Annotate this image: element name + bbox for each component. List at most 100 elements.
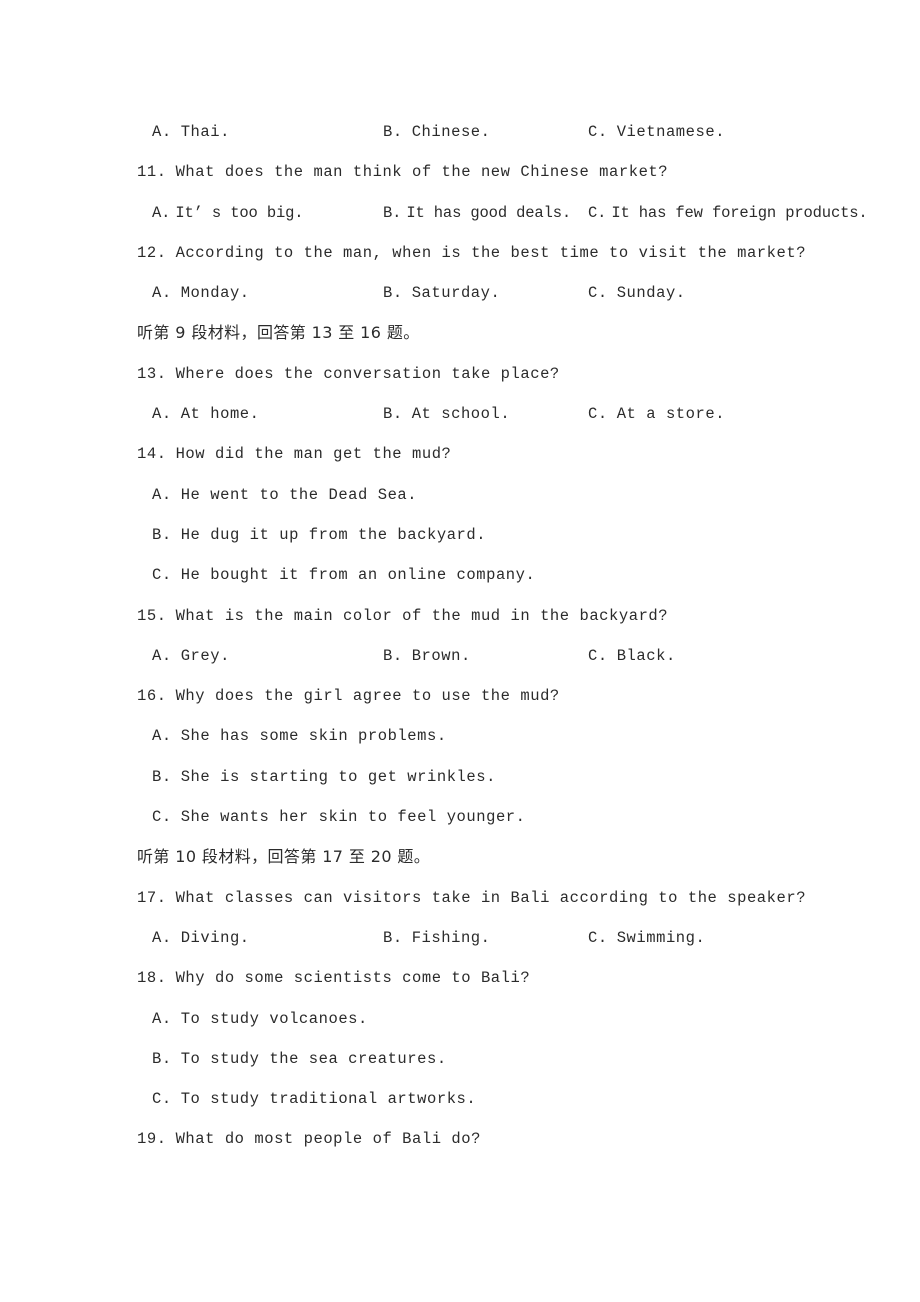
question-number: 11.	[137, 163, 167, 182]
option-letter: A.	[152, 646, 172, 665]
option-text: At school.	[411, 405, 511, 424]
option-letter: C.	[152, 1090, 172, 1109]
question-text: How did the man get the mud?	[175, 445, 452, 464]
option-text: He went to the Dead Sea.	[180, 485, 418, 504]
option-b[interactable]: B. Saturday.	[383, 273, 500, 313]
option-b[interactable]: B. At school.	[383, 394, 510, 434]
option-letter: C.	[588, 646, 608, 665]
option-letter: A.	[152, 203, 171, 222]
section-header: 听第 9 段材料，回答第 13 至 16 题。	[137, 313, 882, 353]
option-text: To study volcanoes.	[180, 1009, 368, 1028]
section-header: 听第 10 段材料，回答第 17 至 20 题。	[137, 837, 882, 877]
question-line: 13. Where does the conversation take plac…	[137, 354, 882, 394]
option-letter: B.	[152, 767, 172, 786]
option-a[interactable]: A. He went to the Dead Sea.	[137, 475, 882, 515]
question-text: What is the main color of the mud in the…	[175, 606, 669, 625]
option-a[interactable]: A. Thai.	[152, 112, 230, 152]
option-letter: A.	[152, 284, 172, 303]
option-letter: A.	[152, 485, 172, 504]
question-number: 14.	[137, 445, 167, 464]
option-a[interactable]: A. Grey.	[152, 636, 230, 676]
section-header-text: 听第 9 段材料，回答第 13 至 16 题。	[137, 323, 420, 343]
answer-options-row: A. Thai. B. Chinese. C. Vietnamese.	[137, 112, 882, 152]
option-text: He bought it from an online company.	[180, 566, 536, 585]
option-text: Fishing.	[411, 928, 491, 947]
option-letter: B.	[383, 203, 402, 222]
option-letter: A.	[152, 405, 172, 424]
question-text: Why does the girl agree to use the mud?	[175, 687, 560, 706]
option-c[interactable]: C. At a store.	[588, 394, 725, 434]
option-b[interactable]: B. It has good deals.	[383, 193, 571, 233]
option-b[interactable]: B. She is starting to get wrinkles.	[137, 757, 882, 797]
question-number: 17.	[137, 888, 167, 907]
option-letter: B.	[152, 1049, 172, 1068]
option-text: Vietnamese.	[616, 123, 726, 141]
question-text: What classes can visitors take in Bali a…	[175, 888, 807, 907]
question-line: 17. What classes can visitors take in Bal…	[137, 878, 882, 918]
answer-options-row: A. Grey. B. Brown. C. Black.	[137, 636, 882, 676]
option-text: She has some skin problems.	[180, 727, 447, 746]
option-text: Sunday.	[616, 284, 686, 303]
option-b[interactable]: B. Brown.	[383, 636, 471, 676]
option-c[interactable]: C. Black.	[588, 636, 676, 676]
option-letter: B.	[383, 646, 403, 665]
option-letter: C.	[588, 405, 608, 424]
option-text: At home.	[180, 405, 260, 424]
option-letter: C.	[588, 928, 608, 947]
question-text: Why do some scientists come to Bali?	[175, 969, 531, 988]
answer-options-row: A. Monday. B. Saturday. C. Sunday.	[137, 273, 882, 313]
option-letter: C.	[152, 808, 172, 827]
question-text: What do most people of Bali do?	[175, 1130, 481, 1149]
option-text: Black.	[616, 646, 676, 665]
option-letter: A.	[152, 928, 172, 947]
answer-options-row: A. Diving. B. Fishing. C. Swimming.	[137, 918, 882, 958]
option-letter: B.	[383, 123, 403, 141]
option-letter: A.	[152, 1009, 172, 1028]
question-line: 11. What does the man think of the new Ch…	[137, 152, 882, 192]
question-number: 19.	[137, 1130, 167, 1149]
option-text: She wants her skin to feel younger.	[180, 808, 526, 827]
question-number: 15.	[137, 606, 167, 625]
question-text: Where does the conversation take place?	[175, 364, 560, 383]
section-header-text: 听第 10 段材料，回答第 17 至 20 题。	[137, 847, 431, 867]
option-c[interactable]: C. Swimming.	[588, 918, 705, 958]
option-a[interactable]: A. To study volcanoes.	[137, 999, 882, 1039]
exam-page: A. Thai. B. Chinese. C. Vietnamese. 11. What do…	[0, 0, 920, 1302]
option-letter: C.	[588, 284, 608, 303]
option-a[interactable]: A. At home.	[152, 394, 260, 434]
option-b[interactable]: B. He dug it up from the backyard.	[137, 515, 882, 555]
option-c[interactable]: C. He bought it from an online company.	[137, 555, 882, 595]
option-a[interactable]: A. It’ s too big.	[152, 193, 304, 233]
option-letter: C.	[152, 566, 172, 585]
option-c[interactable]: C. Sunday.	[588, 273, 686, 313]
answer-options-row: A. At home. B. At school. C. At a store.	[137, 394, 882, 434]
option-a[interactable]: A. Diving.	[152, 918, 250, 958]
option-text: Monday.	[180, 284, 250, 303]
option-c[interactable]: C. It has few foreign products.	[588, 193, 868, 233]
option-b[interactable]: B. To study the sea creatures.	[137, 1039, 882, 1079]
option-a[interactable]: A. She has some skin problems.	[137, 716, 882, 756]
document-body: A. Thai. B. Chinese. C. Vietnamese. 11. What do…	[137, 112, 882, 1160]
option-text: Diving.	[180, 928, 250, 947]
question-line: 14. How did the man get the mud?	[137, 434, 882, 474]
question-line: 18. Why do some scientists come to Bali?	[137, 958, 882, 998]
question-text: What does the man think of the new Chine…	[175, 163, 669, 182]
option-b[interactable]: B. Fishing.	[383, 918, 491, 958]
option-c[interactable]: C. Vietnamese.	[588, 112, 725, 152]
option-c[interactable]: C. She wants her skin to feel younger.	[137, 797, 882, 837]
option-letter: C.	[588, 123, 608, 141]
option-text: Thai.	[180, 123, 230, 141]
option-c[interactable]: C. To study traditional artworks.	[137, 1079, 882, 1119]
option-letter: B.	[383, 928, 403, 947]
option-text: Swimming.	[616, 928, 706, 947]
question-line: 19. What do most people of Bali do?	[137, 1119, 882, 1159]
option-letter: B.	[383, 405, 403, 424]
question-line: 12. According to the man, when is the bes…	[137, 233, 882, 273]
answer-options-row: A. It’ s too big. B. It has good deals. C. It…	[137, 193, 882, 233]
option-text: She is starting to get wrinkles.	[180, 767, 496, 786]
option-a[interactable]: A. Monday.	[152, 273, 250, 313]
option-b[interactable]: B. Chinese.	[383, 112, 491, 152]
question-number: 16.	[137, 687, 167, 706]
option-text: It has good deals.	[406, 203, 572, 222]
option-text: Grey.	[180, 646, 230, 665]
